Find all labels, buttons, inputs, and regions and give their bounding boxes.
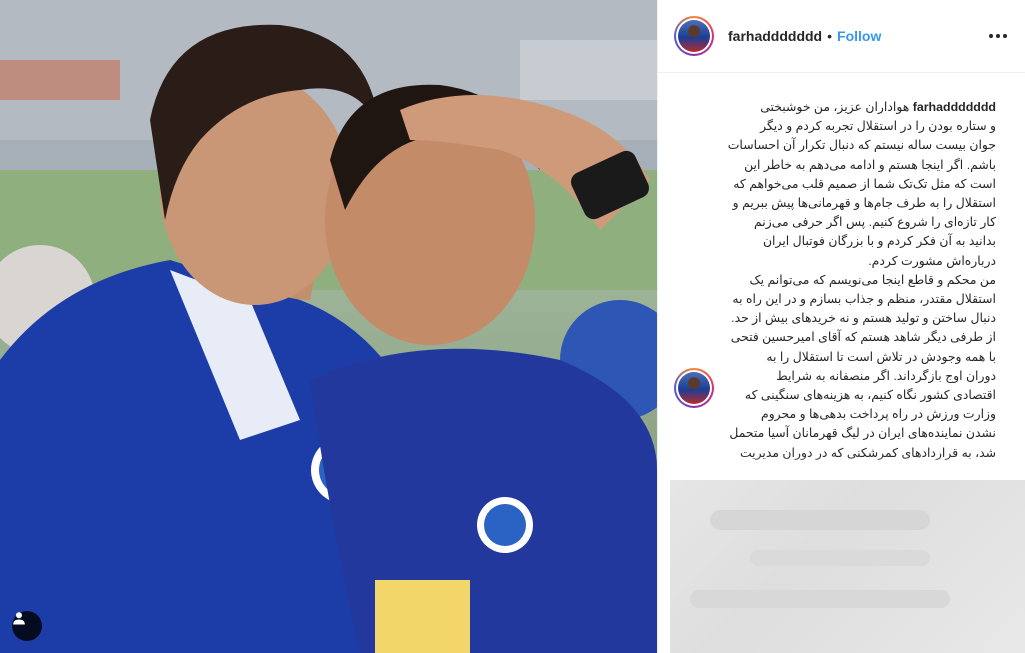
username-link[interactable]: farhaddddddd [728, 28, 822, 44]
user-tag-icon [13, 612, 25, 625]
post-header: farhaddddddd • Follow [658, 0, 1025, 73]
caption-username[interactable]: farhaddddddd [913, 100, 996, 114]
blurred-comments-area [670, 480, 1025, 653]
post-image [0, 0, 657, 653]
user-tag-button[interactable] [12, 611, 42, 641]
caption-text: هواداران عزیز، من خوشبختی و ستاره بودن ر… [727, 100, 996, 460]
caption-area[interactable]: farhaddddddd هواداران عزیز، من خوشبختی و… [658, 72, 1025, 470]
more-options-button[interactable] [986, 24, 1010, 48]
follow-button[interactable]: Follow [837, 28, 881, 44]
caption: farhaddddddd هواداران عزیز، من خوشبختی و… [724, 98, 996, 463]
post-side-panel: farhaddddddd • Follow farhaddddddd هوادا… [657, 0, 1025, 653]
separator-dot: • [827, 28, 833, 44]
more-horizontal-icon [989, 34, 1007, 38]
caption-avatar[interactable] [674, 368, 714, 408]
post-photo[interactable] [0, 0, 657, 653]
avatar[interactable] [674, 16, 714, 56]
caption-fade [658, 456, 1025, 470]
